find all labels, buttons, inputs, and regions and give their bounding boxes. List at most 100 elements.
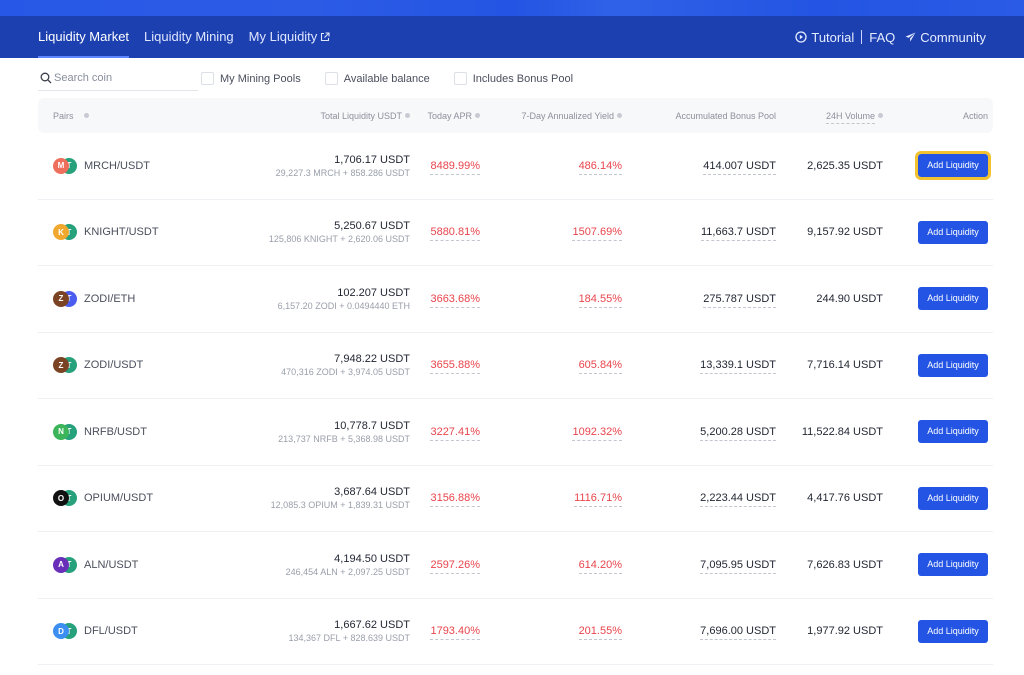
nav-tab-my-liquidity[interactable]: My Liquidity — [249, 16, 331, 58]
base-coin-icon: M — [53, 157, 69, 174]
pair-name: OPIUM/USDT — [84, 492, 154, 505]
community-link[interactable]: Community — [905, 30, 986, 45]
liquidity-cell: 3,687.64 USDT 12,085.3 OPIUM + 1,839.31 … — [228, 486, 410, 510]
pair-name: ZODI/ETH — [84, 292, 136, 305]
liquidity-cell: 4,194.50 USDT 246,454 ALN + 2,097.25 USD… — [228, 553, 410, 577]
volume-cell: 244.90 USDT — [776, 293, 883, 305]
table-row: M T MRCH/USDT 1,706.17 USDT 29,227.3 MRC… — [38, 133, 993, 200]
add-liquidity-button[interactable]: Add Liquidity — [915, 151, 991, 181]
today-apr: 1793.40% — [430, 625, 480, 641]
search-input[interactable] — [54, 72, 184, 84]
header-label: Total Liquidity USDT — [320, 110, 402, 121]
add-liquidity-button[interactable]: Add Liquidity — [918, 553, 988, 577]
yield-cell: 201.55% — [480, 625, 622, 641]
community-label: Community — [920, 29, 986, 45]
bonus-cell: 7,696.00 USDT — [622, 625, 776, 641]
volume-cell: 1,977.92 USDT — [776, 625, 883, 637]
add-liquidity-button[interactable]: Add Liquidity — [918, 353, 988, 377]
bonus-cell: 11,663.7 USDT — [622, 226, 776, 242]
nav-tab-label: My Liquidity — [248, 29, 318, 44]
tutorial-link[interactable]: Tutorial — [795, 30, 854, 45]
total-liquidity: 5,250.67 USDT — [334, 220, 410, 233]
action-cell: Add Liquidity — [883, 420, 993, 444]
header-pairs[interactable]: Pairs — [38, 111, 228, 121]
table-row: Z T ZODI/ETH 102.207 USDT 6,157.20 ZODI … — [38, 266, 993, 333]
apr-cell: 8489.99% — [410, 159, 480, 175]
seven-day-yield: 201.55% — [578, 625, 622, 641]
pair-cell: M T MRCH/USDT — [38, 157, 228, 174]
checkbox-box[interactable] — [453, 72, 467, 85]
table-row: O T OPIUM/USDT 3,687.64 USDT 12,085.3 OP… — [38, 466, 993, 532]
search-icon — [40, 72, 52, 84]
liquidity-cell: 10,778.7 USDT 213,737 NRFB + 5,368.98 US… — [228, 420, 410, 444]
bonus-cell: 7,095.95 USDT — [622, 558, 776, 574]
faq-link[interactable]: FAQ — [869, 30, 895, 45]
base-coin-icon: N — [53, 423, 69, 440]
today-apr: 3663.68% — [430, 292, 480, 308]
action-cell: Add Liquidity — [883, 353, 993, 377]
volume-24h: 4,417.76 USDT — [807, 492, 883, 505]
pair-name: ZODI/USDT — [84, 359, 144, 372]
filter-bar: My Mining Pools Available balance Includ… — [38, 58, 986, 98]
checkbox-box[interactable] — [201, 72, 214, 85]
add-liquidity-button[interactable]: Add Liquidity — [918, 220, 988, 244]
apr-cell: 3663.68% — [410, 292, 480, 308]
checkbox-box[interactable] — [324, 72, 338, 85]
bonus-pool: 13,339.1 USDT — [700, 359, 776, 375]
header-total-liquidity[interactable]: Total Liquidity USDT — [228, 111, 410, 121]
add-liquidity-button[interactable]: Add Liquidity — [918, 486, 988, 510]
today-apr: 5880.81% — [430, 226, 480, 242]
yield-cell: 1092.32% — [480, 425, 622, 441]
header-label: Action — [962, 110, 988, 121]
bonus-pool: 5,200.28 USDT — [700, 425, 776, 441]
table-row: A T ALN/USDT 4,194.50 USDT 246,454 ALN +… — [38, 532, 993, 599]
liquidity-composition: 213,737 NRFB + 5,368.98 USDT — [278, 433, 410, 444]
play-circle-icon — [795, 31, 808, 43]
base-coin-icon: Z — [53, 290, 69, 307]
pair-cell: A T ALN/USDT — [38, 556, 228, 573]
checkbox-my-mining-pools[interactable]: My Mining Pools — [201, 72, 301, 85]
nav-tab-liquidity-market[interactable]: Liquidity Market — [38, 16, 130, 58]
bonus-cell: 13,339.1 USDT — [622, 359, 776, 375]
pair-name: ALN/USDT — [84, 558, 139, 571]
table-body: M T MRCH/USDT 1,706.17 USDT 29,227.3 MRC… — [38, 133, 993, 665]
pair-icons: Z T — [53, 290, 77, 307]
checkbox-label: Available balance — [343, 72, 430, 85]
table-row: D T DFL/USDT 1,667.62 USDT 134,367 DFL +… — [38, 599, 993, 665]
bonus-cell: 414.007 USDT — [622, 159, 776, 175]
navbar: Liquidity Market Liquidity Mining My Liq… — [0, 16, 1024, 58]
pair-icons: Z T — [53, 357, 77, 374]
table-row: N T NRFB/USDT 10,778.7 USDT 213,737 NRFB… — [38, 399, 993, 466]
seven-day-yield: 1507.69% — [572, 226, 622, 242]
checkbox-available-balance[interactable]: Available balance — [324, 72, 430, 85]
header-today-apr[interactable]: Today APR — [410, 111, 480, 121]
add-liquidity-button[interactable]: Add Liquidity — [918, 287, 988, 311]
total-liquidity: 4,194.50 USDT — [334, 552, 410, 565]
search-field — [38, 67, 198, 91]
bonus-cell: 2,223.44 USDT — [622, 492, 776, 508]
volume-cell: 2,625.35 USDT — [776, 160, 883, 172]
seven-day-yield: 614.20% — [578, 558, 622, 574]
pair-icons: M T — [53, 157, 77, 174]
action-cell: Add Liquidity — [883, 486, 993, 510]
add-liquidity-button[interactable]: Add Liquidity — [918, 420, 988, 444]
checkbox-label: Includes Bonus Pool — [472, 72, 574, 85]
liquidity-cell: 1,667.62 USDT 134,367 DFL + 828.639 USDT — [228, 619, 411, 643]
pair-cell: N T NRFB/USDT — [38, 423, 228, 440]
volume-cell: 7,626.83 USDT — [776, 559, 883, 571]
add-liquidity-button[interactable]: Add Liquidity — [918, 619, 988, 643]
header-label: Accumulated Bonus Pool — [675, 110, 776, 121]
header-label: 7-Day Annualized Yield — [521, 110, 614, 121]
seven-day-yield: 486.14% — [578, 159, 622, 175]
header-24h-volume[interactable]: 24H Volume — [776, 110, 883, 124]
nav-tab-liquidity-mining[interactable]: Liquidity Mining — [144, 16, 234, 58]
pair-icons: N T — [53, 423, 77, 440]
pair-icons: K T — [53, 224, 77, 241]
pair-name: DFL/USDT — [84, 625, 138, 638]
apr-cell: 3655.88% — [410, 359, 480, 375]
base-coin-icon: A — [53, 556, 69, 573]
external-link-icon — [321, 32, 330, 42]
header-7day-yield[interactable]: 7-Day Annualized Yield — [480, 111, 622, 121]
checkbox-includes-bonus-pool[interactable]: Includes Bonus Pool — [453, 72, 574, 85]
bonus-pool: 7,696.00 USDT — [700, 625, 776, 641]
